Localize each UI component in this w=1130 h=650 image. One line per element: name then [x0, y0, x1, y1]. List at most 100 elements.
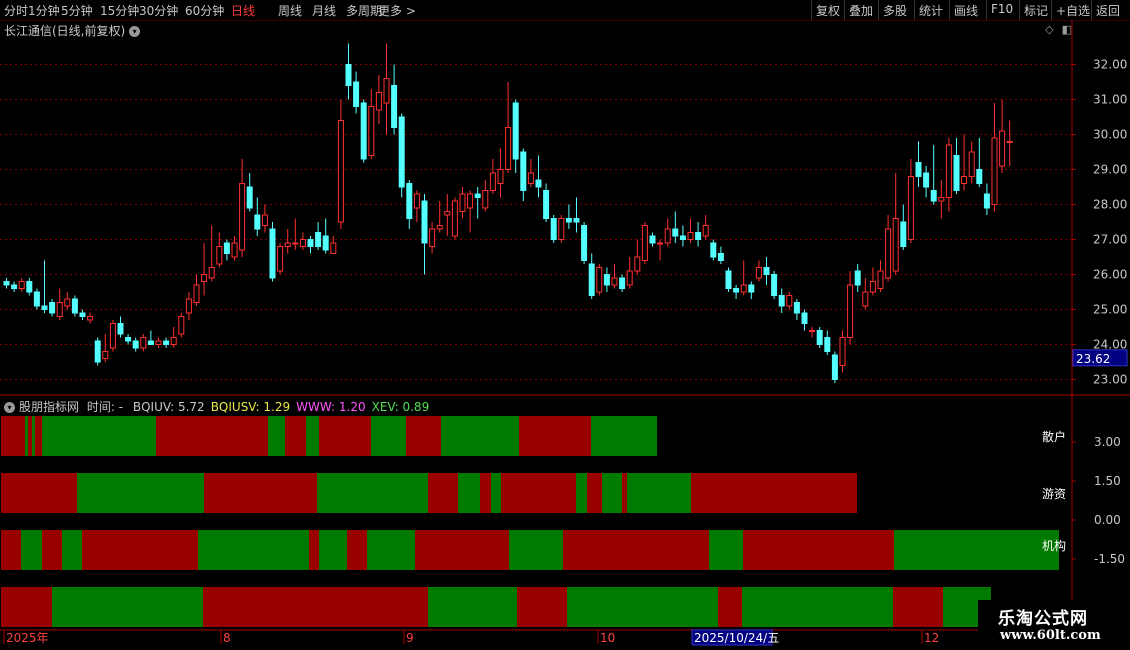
candle-body[interactable] [421, 200, 428, 244]
candle-body[interactable] [543, 190, 550, 219]
candle-body[interactable] [771, 274, 778, 296]
candle-body[interactable] [748, 284, 755, 293]
candle-body[interactable] [619, 277, 626, 289]
candle-body[interactable] [269, 228, 276, 279]
candle-body[interactable] [33, 291, 40, 307]
candle-body[interactable] [710, 242, 717, 258]
candle-body[interactable] [664, 228, 671, 244]
candle-body[interactable] [679, 235, 686, 240]
candle-body[interactable] [482, 190, 489, 209]
candle-body[interactable] [41, 305, 48, 310]
candle-body[interactable] [337, 120, 344, 223]
candle-body[interactable] [383, 78, 390, 104]
candle-body[interactable] [961, 176, 968, 184]
candle-body[interactable] [740, 284, 747, 293]
candle-body[interactable] [900, 221, 907, 247]
candle-body[interactable] [512, 102, 519, 160]
candle-body[interactable] [565, 218, 572, 223]
candle-body[interactable] [375, 92, 382, 111]
candle-body[interactable] [786, 295, 793, 307]
candle-body[interactable] [611, 277, 618, 286]
candle-body[interactable] [345, 64, 352, 86]
candle-body[interactable] [239, 183, 246, 251]
candle-body[interactable] [102, 351, 109, 359]
candle-body[interactable] [87, 316, 94, 321]
candle-body[interactable] [436, 225, 443, 230]
candle-body[interactable] [489, 172, 496, 191]
candle-body[interactable] [125, 337, 132, 342]
candle-body[interactable] [117, 323, 124, 335]
candle-body[interactable] [915, 162, 922, 177]
candle-body[interactable] [71, 298, 78, 314]
candle-body[interactable] [216, 246, 223, 265]
candle-body[interactable] [877, 270, 884, 289]
candle-body[interactable] [717, 253, 724, 261]
candle-body[interactable] [413, 193, 420, 209]
candle-body[interactable] [3, 281, 10, 286]
candle-body[interactable] [163, 340, 170, 345]
candle-body[interactable] [155, 340, 162, 345]
candle-body[interactable] [429, 228, 436, 247]
candle-body[interactable] [231, 242, 238, 258]
candle-body[interactable] [307, 239, 314, 247]
candle-body[interactable] [641, 225, 648, 261]
candle-body[interactable] [831, 354, 838, 380]
candle-body[interactable] [109, 323, 116, 349]
candle-body[interactable] [315, 232, 322, 247]
candle-body[interactable] [459, 193, 466, 212]
candle-body[interactable] [854, 270, 861, 286]
candle-body[interactable] [603, 274, 610, 286]
candle-body[interactable] [49, 302, 56, 314]
candle-body[interactable] [64, 298, 71, 307]
candle-body[interactable] [649, 235, 656, 244]
candle-body[interactable] [292, 242, 299, 245]
candle-body[interactable] [869, 281, 876, 293]
candle-body[interactable] [573, 218, 580, 223]
candle-body[interactable] [824, 337, 831, 352]
candle-body[interactable] [185, 298, 192, 314]
candle-body[interactable] [11, 284, 18, 289]
candle-body[interactable] [254, 214, 261, 230]
candle-body[interactable] [398, 116, 405, 188]
candle-body[interactable] [558, 218, 565, 240]
candle-body[interactable] [360, 102, 367, 160]
candle-body[interactable] [945, 144, 952, 198]
candle-body[interactable] [140, 337, 147, 349]
candle-body[interactable] [261, 214, 268, 226]
candle-body[interactable] [763, 267, 770, 275]
candle-body[interactable] [170, 337, 177, 345]
candle-body[interactable] [725, 270, 732, 289]
candle-body[interactable] [178, 316, 185, 335]
candle-body[interactable] [147, 340, 154, 345]
candle-body[interactable] [695, 232, 702, 240]
candle-body[interactable] [862, 291, 869, 307]
candle-body[interactable] [451, 200, 458, 237]
candle-body[interactable] [520, 151, 527, 191]
candle-body[interactable] [892, 218, 899, 272]
candle-body[interactable] [885, 228, 892, 279]
candle-body[interactable] [444, 211, 451, 216]
candle-body[interactable] [56, 302, 63, 317]
candle-body[interactable] [330, 242, 337, 254]
candle-body[interactable] [322, 235, 329, 251]
candle-body[interactable] [847, 284, 854, 338]
candle-body[interactable] [474, 193, 481, 198]
candle-body[interactable] [368, 106, 375, 156]
candle-body[interactable] [527, 172, 534, 184]
candle-body[interactable] [702, 225, 709, 237]
candle-body[interactable] [79, 312, 86, 317]
candle-body[interactable] [550, 218, 557, 240]
candle-body[interactable] [18, 281, 25, 289]
candle-body[interactable] [467, 193, 474, 209]
candle-body[interactable] [976, 169, 983, 184]
candle-body[interactable] [535, 179, 542, 188]
candle-body[interactable] [953, 155, 960, 191]
candle-body[interactable] [277, 246, 284, 272]
candle-body[interactable] [208, 267, 215, 279]
indicator-name[interactable]: 股朋指标网 [19, 400, 79, 414]
candle-body[interactable] [657, 242, 664, 245]
candle-body[interactable] [938, 197, 945, 202]
candle-body[interactable] [809, 330, 816, 332]
candle-body[interactable] [672, 228, 679, 237]
candle-body[interactable] [801, 312, 808, 324]
